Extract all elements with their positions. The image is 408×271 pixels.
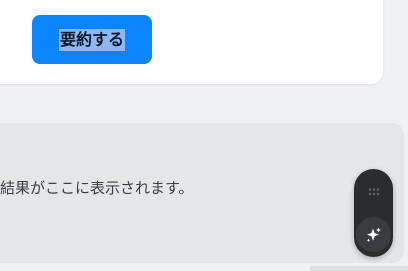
page: 要約する 結果がここに表示されます。 xyxy=(0,0,408,271)
drag-handle-icon[interactable] xyxy=(354,179,393,205)
summarize-button[interactable]: 要約する xyxy=(32,15,152,64)
sparkle-icon xyxy=(366,227,381,242)
sparkle-button[interactable] xyxy=(356,217,391,252)
bottom-divider xyxy=(310,266,408,271)
result-placeholder-text: 結果がここに表示されます。 xyxy=(0,179,194,197)
summarize-button-label: 要約する xyxy=(58,28,125,51)
floating-assistant-widget xyxy=(354,169,393,257)
